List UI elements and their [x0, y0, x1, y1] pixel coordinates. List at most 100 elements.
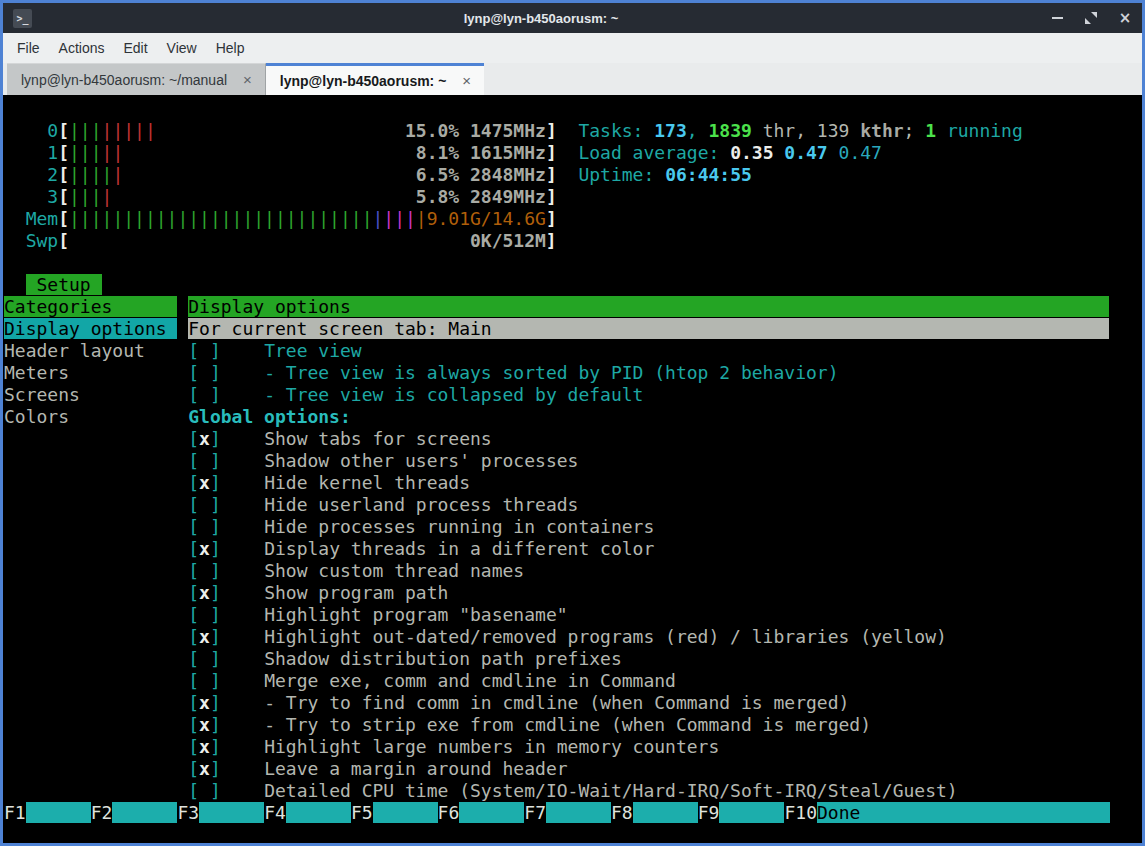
checkbox[interactable]: [ [188, 384, 199, 405]
fkey-F7-label[interactable] [546, 802, 611, 823]
fkey-F2[interactable]: F2 [91, 802, 113, 823]
menu-item-file[interactable]: File [17, 40, 40, 56]
sidebar-item-colors[interactable]: Colors [4, 406, 177, 427]
checkbox-state[interactable] [199, 560, 210, 581]
checkbox[interactable]: ] [210, 428, 221, 449]
checkbox-state[interactable] [199, 670, 210, 691]
sidebar-item-header-layout[interactable]: Header layout [4, 340, 177, 361]
checkbox-state[interactable] [199, 384, 210, 405]
checkbox[interactable]: [ [188, 780, 199, 801]
option-label[interactable]: Show custom thread names [264, 560, 524, 581]
option-label[interactable]: Shadow distribution path prefixes [264, 648, 622, 669]
checkbox[interactable]: [ [188, 692, 199, 713]
checkbox[interactable]: ] [210, 736, 221, 757]
minimize-button[interactable] [1050, 11, 1064, 25]
fkey-F9-label[interactable] [719, 802, 784, 823]
checkbox[interactable]: [ [188, 670, 199, 691]
checkbox[interactable]: [ [188, 472, 199, 493]
checkbox-state[interactable]: x [199, 472, 210, 493]
checkbox-state[interactable] [199, 604, 210, 625]
fkey-F3-label[interactable] [199, 802, 264, 823]
checkbox[interactable]: ] [210, 758, 221, 779]
checkbox[interactable]: ] [210, 538, 221, 559]
fkey-F1[interactable]: F1 [4, 802, 26, 823]
checkbox-state[interactable]: x [199, 538, 210, 559]
checkbox[interactable]: [ [188, 560, 199, 581]
checkbox-state[interactable] [199, 648, 210, 669]
checkbox[interactable]: ] [210, 362, 221, 383]
checkbox[interactable]: ] [210, 648, 221, 669]
checkbox[interactable]: ] [210, 604, 221, 625]
checkbox[interactable]: [ [188, 340, 199, 361]
checkbox[interactable]: ] [210, 560, 221, 581]
terminal-screen[interactable]: 0[|||||||| 15.0% 1475MHz] Tasks: 173, 18… [3, 95, 1142, 843]
option-label[interactable]: Leave a margin around header [264, 758, 567, 779]
checkbox-state[interactable]: x [199, 626, 210, 647]
titlebar[interactable]: >_ lynp@lyn-b450aorusm: ~ × [3, 3, 1142, 33]
checkbox-state[interactable] [199, 340, 210, 361]
checkbox-state[interactable] [199, 450, 210, 471]
option-label[interactable]: Hide userland process threads [264, 494, 578, 515]
fkey-F2-label[interactable] [112, 802, 177, 823]
checkbox[interactable]: ] [210, 384, 221, 405]
tab-close-icon[interactable]: × [462, 72, 471, 89]
option-label[interactable]: Highlight out-dated/removed programs (re… [264, 626, 947, 647]
fkey-F5[interactable]: F5 [351, 802, 373, 823]
option-label[interactable]: Highlight large numbers in memory counte… [264, 736, 719, 757]
checkbox[interactable]: [ [188, 582, 199, 603]
sidebar-item-meters[interactable]: Meters [4, 362, 177, 383]
setup-tab[interactable]: Setup [26, 274, 102, 295]
checkbox[interactable]: ] [210, 450, 221, 471]
menu-item-actions[interactable]: Actions [59, 40, 105, 56]
fkey-F4-label[interactable] [286, 802, 351, 823]
menu-item-view[interactable]: View [167, 40, 197, 56]
checkbox-state[interactable]: x [199, 736, 210, 757]
checkbox-state[interactable] [199, 780, 210, 801]
option-label[interactable]: - Tree view is collapsed by default [264, 384, 643, 405]
menu-item-edit[interactable]: Edit [123, 40, 147, 56]
sidebar-item-display-options[interactable]: Display options [4, 318, 177, 339]
fkey-F9[interactable]: F9 [698, 802, 720, 823]
option-label[interactable]: Shadow other users' processes [264, 450, 578, 471]
fkey-F6[interactable]: F6 [438, 802, 460, 823]
option-label[interactable]: Highlight program "basename" [264, 604, 567, 625]
checkbox-state[interactable]: x [199, 692, 210, 713]
option-label[interactable]: Display threads in a different color [264, 538, 654, 559]
option-label[interactable]: - Tree view is always sorted by PID (hto… [264, 362, 838, 383]
option-label[interactable]: Show program path [264, 582, 448, 603]
fkey-F10-label[interactable]: Done [817, 802, 882, 823]
checkbox-state[interactable]: x [199, 582, 210, 603]
checkbox-state[interactable] [199, 494, 210, 515]
fkey-F10[interactable]: F10 [784, 802, 817, 823]
checkbox[interactable]: ] [210, 692, 221, 713]
checkbox[interactable]: [ [188, 450, 199, 471]
fkey-F1-label[interactable] [26, 802, 91, 823]
checkbox-state[interactable] [199, 516, 210, 537]
option-label[interactable]: Detailed CPU time (System/IO-Wait/Hard-I… [264, 780, 958, 801]
checkbox[interactable]: [ [188, 494, 199, 515]
checkbox[interactable]: [ [188, 362, 199, 383]
checkbox-state[interactable]: x [199, 428, 210, 449]
checkbox[interactable]: ] [210, 670, 221, 691]
checkbox[interactable]: [ [188, 428, 199, 449]
tab-close-icon[interactable]: × [243, 71, 252, 88]
option-label[interactable]: - Try to strip exe from cmdline (when Co… [264, 714, 871, 735]
option-label[interactable]: Tree view [264, 340, 362, 361]
checkbox[interactable]: ] [210, 472, 221, 493]
fkey-F8[interactable]: F8 [611, 802, 633, 823]
fkey-F7[interactable]: F7 [524, 802, 546, 823]
checkbox[interactable]: [ [188, 538, 199, 559]
checkbox[interactable]: [ [188, 626, 199, 647]
fkey-F6-label[interactable] [459, 802, 524, 823]
fkey-F5-label[interactable] [373, 802, 438, 823]
checkbox[interactable]: [ [188, 516, 199, 537]
close-button[interactable]: × [1118, 11, 1132, 25]
checkbox[interactable]: ] [210, 714, 221, 735]
checkbox-state[interactable]: x [199, 758, 210, 779]
option-label[interactable]: Hide processes running in containers [264, 516, 654, 537]
sidebar-item-screens[interactable]: Screens [4, 384, 177, 405]
option-label[interactable]: - Try to find comm in cmdline (when Comm… [264, 692, 849, 713]
checkbox[interactable]: [ [188, 648, 199, 669]
fkey-F8-label[interactable] [633, 802, 698, 823]
checkbox-state[interactable]: x [199, 714, 210, 735]
